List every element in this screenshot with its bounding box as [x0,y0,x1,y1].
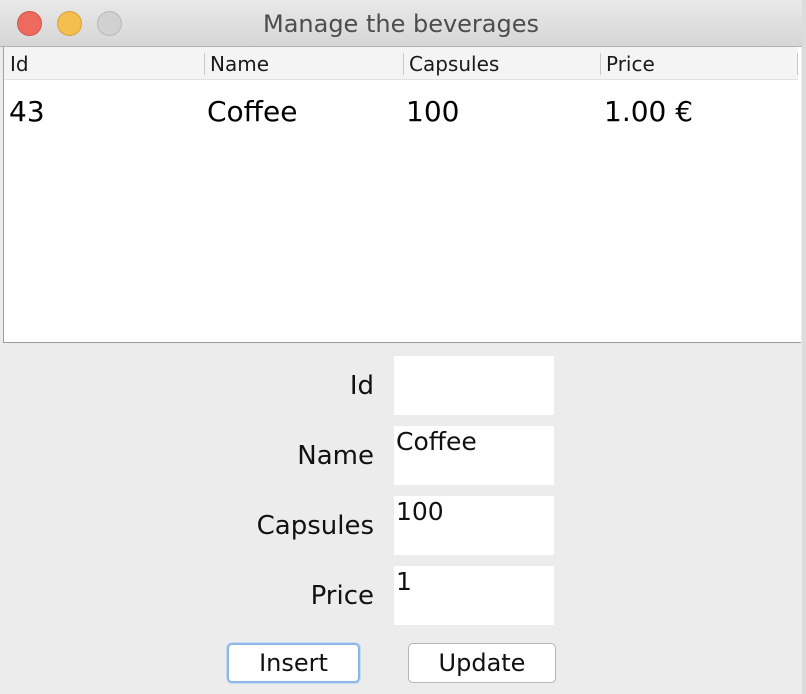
title-bar[interactable]: Manage the beverages [0,0,802,47]
table-row[interactable]: 43 Coffee 100 1.00 € [4,96,798,132]
column-divider[interactable] [600,53,601,75]
id-field[interactable] [394,356,554,415]
price-field[interactable]: 1 [394,566,554,625]
capsules-label: Capsules [256,511,374,541]
window-title: Manage the beverages [262,10,540,38]
name-label: Name [297,441,374,471]
cell-capsules[interactable]: 100 [406,96,459,132]
column-header-id[interactable]: Id [10,47,29,79]
desktop-background [802,0,806,694]
capsules-field[interactable]: 100 [394,496,554,555]
beverages-table[interactable]: Id Name Capsules Price 43 Coffee 100 1.0… [3,47,801,343]
column-divider [797,53,798,75]
id-label: Id [349,371,374,401]
table-header: Id Name Capsules Price [4,47,798,80]
insert-button[interactable]: Insert [227,643,360,683]
column-header-name[interactable]: Name [210,47,269,79]
name-field[interactable]: Coffee [394,426,554,485]
price-label: Price [310,581,374,611]
cell-id[interactable]: 43 [9,96,45,132]
app-window: Manage the beverages Id Name Capsules Pr… [0,0,803,694]
column-header-capsules[interactable]: Capsules [409,47,499,79]
cell-price[interactable]: 1.00 € [604,96,693,132]
cell-name[interactable]: Coffee [207,96,297,132]
column-divider[interactable] [204,53,205,75]
update-button[interactable]: Update [408,643,556,683]
column-divider[interactable] [403,53,404,75]
column-header-price[interactable]: Price [606,47,655,79]
